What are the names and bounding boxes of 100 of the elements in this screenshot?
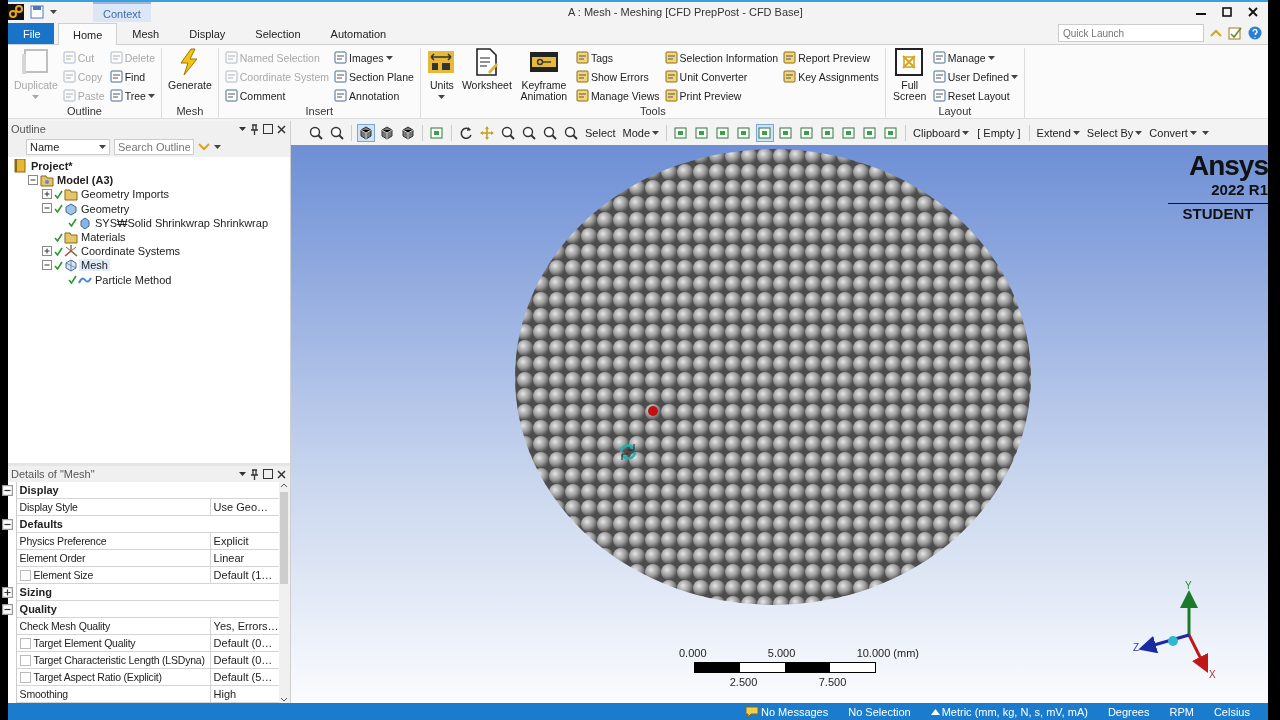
- property-value[interactable]: Default (0…: [213, 654, 273, 666]
- tree-item[interactable]: Geometry: [79, 202, 132, 215]
- file-menu-button[interactable]: File: [8, 23, 54, 44]
- property-value[interactable]: Explicit: [213, 535, 249, 547]
- ribbon-button[interactable]: User Defined: [930, 67, 1021, 86]
- property-value[interactable]: Use Geo…: [213, 501, 268, 513]
- toolbar-button[interactable]: [520, 124, 538, 142]
- checkbox[interactable]: [19, 569, 31, 581]
- ribbon-button[interactable]: Selection Information: [662, 48, 781, 67]
- pin-icon[interactable]: [250, 123, 259, 135]
- toolbar-button[interactable]: Select By: [1084, 124, 1145, 142]
- property-label: Physics Preference: [19, 535, 107, 547]
- maximize-icon[interactable]: [263, 469, 273, 479]
- cube-icon: [401, 126, 415, 140]
- expand-toggle[interactable]: [42, 203, 53, 215]
- ribbon-tab[interactable]: Automation: [315, 23, 402, 44]
- ribbon-button[interactable]: Tags: [573, 48, 662, 67]
- ribbon-tab[interactable]: Selection: [240, 23, 316, 44]
- maximize-icon[interactable]: [263, 124, 273, 134]
- ribbon-button[interactable]: Units: [424, 48, 459, 105]
- close-icon[interactable]: [1248, 7, 1258, 17]
- ribbon-button[interactable]: Generate: [166, 48, 214, 105]
- scrollbar-thumb[interactable]: [280, 492, 289, 584]
- ribbon-button[interactable]: Keyframe Animation: [514, 48, 573, 105]
- property-value[interactable]: Default (0…: [213, 637, 273, 649]
- ribbon-tab[interactable]: Home: [58, 23, 118, 45]
- checkbox[interactable]: [19, 654, 31, 666]
- pin-icon[interactable]: [250, 468, 259, 480]
- save-icon[interactable]: [30, 5, 44, 19]
- toolbar-button[interactable]: Select: [583, 124, 618, 142]
- toolbar-button[interactable]: [378, 124, 396, 142]
- tree-item[interactable]: Coordinate Systems: [79, 245, 183, 258]
- ribbon-tab[interactable]: Display: [174, 23, 241, 44]
- property-value[interactable]: Default (1…: [213, 569, 273, 581]
- ribbon-button[interactable]: Full Screen: [889, 48, 930, 105]
- ribbon-button[interactable]: Comment: [222, 86, 332, 105]
- expand-toggle[interactable]: [1, 603, 13, 615]
- ribbon-button[interactable]: Unit Converter: [662, 67, 781, 86]
- ribbon-button[interactable]: Key Assignments: [781, 67, 881, 86]
- property-value[interactable]: Yes, Errors…: [213, 620, 279, 632]
- filter-icon: [716, 126, 731, 140]
- quick-launch-field[interactable]: Quick Launch: [1058, 24, 1204, 42]
- search-field[interactable]: Search Outline: [114, 139, 194, 155]
- toolbar-button[interactable]: [307, 124, 325, 142]
- expand-toggle[interactable]: [1, 586, 13, 598]
- ribbon-tab[interactable]: Mesh: [117, 23, 175, 44]
- tree-item[interactable]: Mesh: [79, 259, 110, 272]
- property-value[interactable]: High: [213, 688, 237, 700]
- tree-item[interactable]: Project*: [29, 160, 75, 173]
- expand-toggle[interactable]: [1, 484, 13, 496]
- ribbon-button[interactable]: Reset Layout: [930, 86, 1021, 105]
- toolbar-button[interactable]: [328, 124, 346, 142]
- ribbon-button[interactable]: Manage Views: [573, 86, 662, 105]
- maximize-icon[interactable]: [1222, 7, 1232, 17]
- property-value[interactable]: Linear: [213, 552, 245, 564]
- ribbon-button[interactable]: Worksheet: [459, 48, 514, 105]
- expand-toggle[interactable]: [42, 188, 53, 200]
- checklist-icon[interactable]: [1228, 26, 1242, 40]
- toolbar-button[interactable]: Extend: [1034, 124, 1082, 142]
- help-icon[interactable]: [1248, 26, 1262, 40]
- tree-item[interactable]: Materials: [79, 231, 128, 244]
- close-icon[interactable]: [277, 469, 286, 479]
- ribbon-button[interactable]: Annotation: [332, 86, 416, 105]
- status-text[interactable]: Metric (mm, kg, N, s, mV, mA): [941, 705, 1088, 718]
- toolbar-button[interactable]: [399, 124, 417, 142]
- ribbon-button[interactable]: Print Preview: [662, 86, 781, 105]
- close-icon[interactable]: [277, 124, 286, 134]
- ribbon-button[interactable]: Show Errors: [573, 67, 662, 86]
- property-value[interactable]: Default (5…: [213, 671, 273, 683]
- ribbon-button[interactable]: Manage: [930, 48, 1021, 67]
- caret-up-icon[interactable]: [930, 708, 940, 715]
- ribbon-button[interactable]: Images: [332, 48, 416, 67]
- toolbar-button[interactable]: Clipboard: [911, 124, 972, 142]
- tree-item[interactable]: SYS₩Solid Shrinkwrap Shrinkwrap: [93, 216, 270, 229]
- toolbar-button[interactable]: [357, 124, 375, 142]
- toolbar-button[interactable]: Convert: [1147, 124, 1199, 142]
- tree-item[interactable]: Geometry Imports: [79, 188, 172, 201]
- property-label: Smoothing: [19, 688, 68, 700]
- toolbar-button[interactable]: [499, 124, 517, 142]
- scroll-up-icon[interactable]: [280, 482, 289, 488]
- filter-dropdown[interactable]: Name: [26, 139, 110, 155]
- ribbon-button[interactable]: Report Preview: [781, 48, 881, 67]
- expand-toggle[interactable]: [42, 245, 53, 257]
- expand-toggle[interactable]: [42, 259, 53, 271]
- toolbar-button[interactable]: [562, 124, 580, 142]
- caret-icon[interactable]: [50, 10, 57, 14]
- scroll-down-icon[interactable]: [280, 697, 289, 703]
- toolbar-button[interactable]: Mode: [620, 124, 662, 142]
- ribbon-button[interactable]: Section Plane: [332, 67, 416, 86]
- toolbar-button[interactable]: [541, 124, 559, 142]
- checkbox[interactable]: [19, 671, 31, 683]
- ribbon-button[interactable]: Find: [107, 67, 157, 86]
- checkbox[interactable]: [19, 637, 31, 649]
- caret-icon[interactable]: [239, 472, 246, 476]
- tree-item[interactable]: Model (A3): [55, 174, 116, 187]
- caret-icon[interactable]: [239, 127, 246, 131]
- expand-toggle[interactable]: [28, 174, 39, 186]
- expand-toggle[interactable]: [1, 518, 13, 530]
- ribbon-button[interactable]: Tree: [107, 86, 157, 105]
- tree-item[interactable]: Particle Method: [93, 273, 174, 286]
